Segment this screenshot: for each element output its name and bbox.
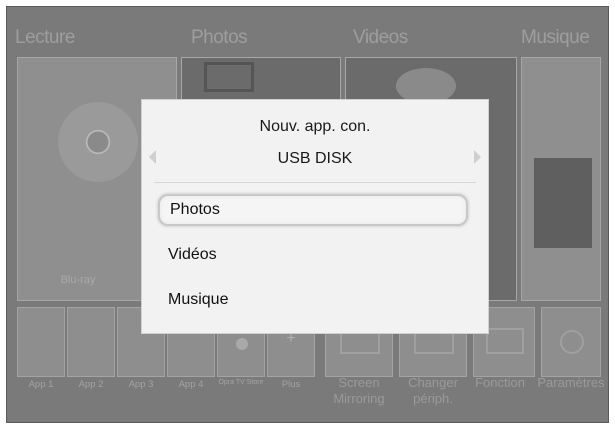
function-icon [486, 328, 524, 354]
label-changer-peripherique: Changer périph. [408, 375, 458, 406]
dialog-divider [154, 182, 476, 183]
new-device-dialog: Nouv. app. con. USB DISK Photos Vidéos M… [141, 99, 489, 334]
label-screen-mirroring: Screen Mirroring [333, 375, 385, 406]
app-tile-2[interactable] [67, 307, 115, 377]
app-label-3: App 3 [128, 379, 154, 390]
headphones-icon [534, 158, 592, 248]
dialog-title: Nouv. app. con. [259, 118, 371, 135]
app-label-plus: Plus [281, 379, 301, 390]
tile-musique[interactable] [521, 57, 601, 301]
label-parametres: Paramètres [537, 375, 605, 390]
label-fonction: Fonction [475, 375, 525, 390]
app-label-1: App 1 [28, 379, 54, 390]
arrow-right-icon[interactable] [474, 150, 481, 164]
home-screen: Lecture Photos Videos Musique Blu-ray + … [6, 6, 609, 423]
category-musique[interactable]: Musique [521, 27, 590, 49]
category-videos[interactable]: Videos [353, 27, 408, 49]
settings-icon [560, 330, 584, 354]
category-lecture[interactable]: Lecture [15, 27, 75, 49]
disc-icon [58, 102, 138, 182]
app-label-4: App 4 [178, 379, 204, 390]
menu-item-photos[interactable]: Photos [158, 194, 468, 226]
photo-frame-icon [204, 62, 254, 92]
menu-item-musique[interactable]: Musique [158, 284, 468, 316]
menu-item-videos[interactable]: Vidéos [158, 239, 468, 271]
tile-parametres[interactable] [541, 307, 601, 377]
category-photos[interactable]: Photos [191, 27, 248, 49]
app-label-store: Opra TV Store [218, 379, 264, 386]
app-label-2: App 2 [78, 379, 104, 390]
tile-lecture-label: Blu-ray [60, 274, 96, 286]
app-tile-1[interactable] [17, 307, 65, 377]
gear-icon [236, 338, 248, 350]
device-name: USB DISK [277, 150, 353, 167]
